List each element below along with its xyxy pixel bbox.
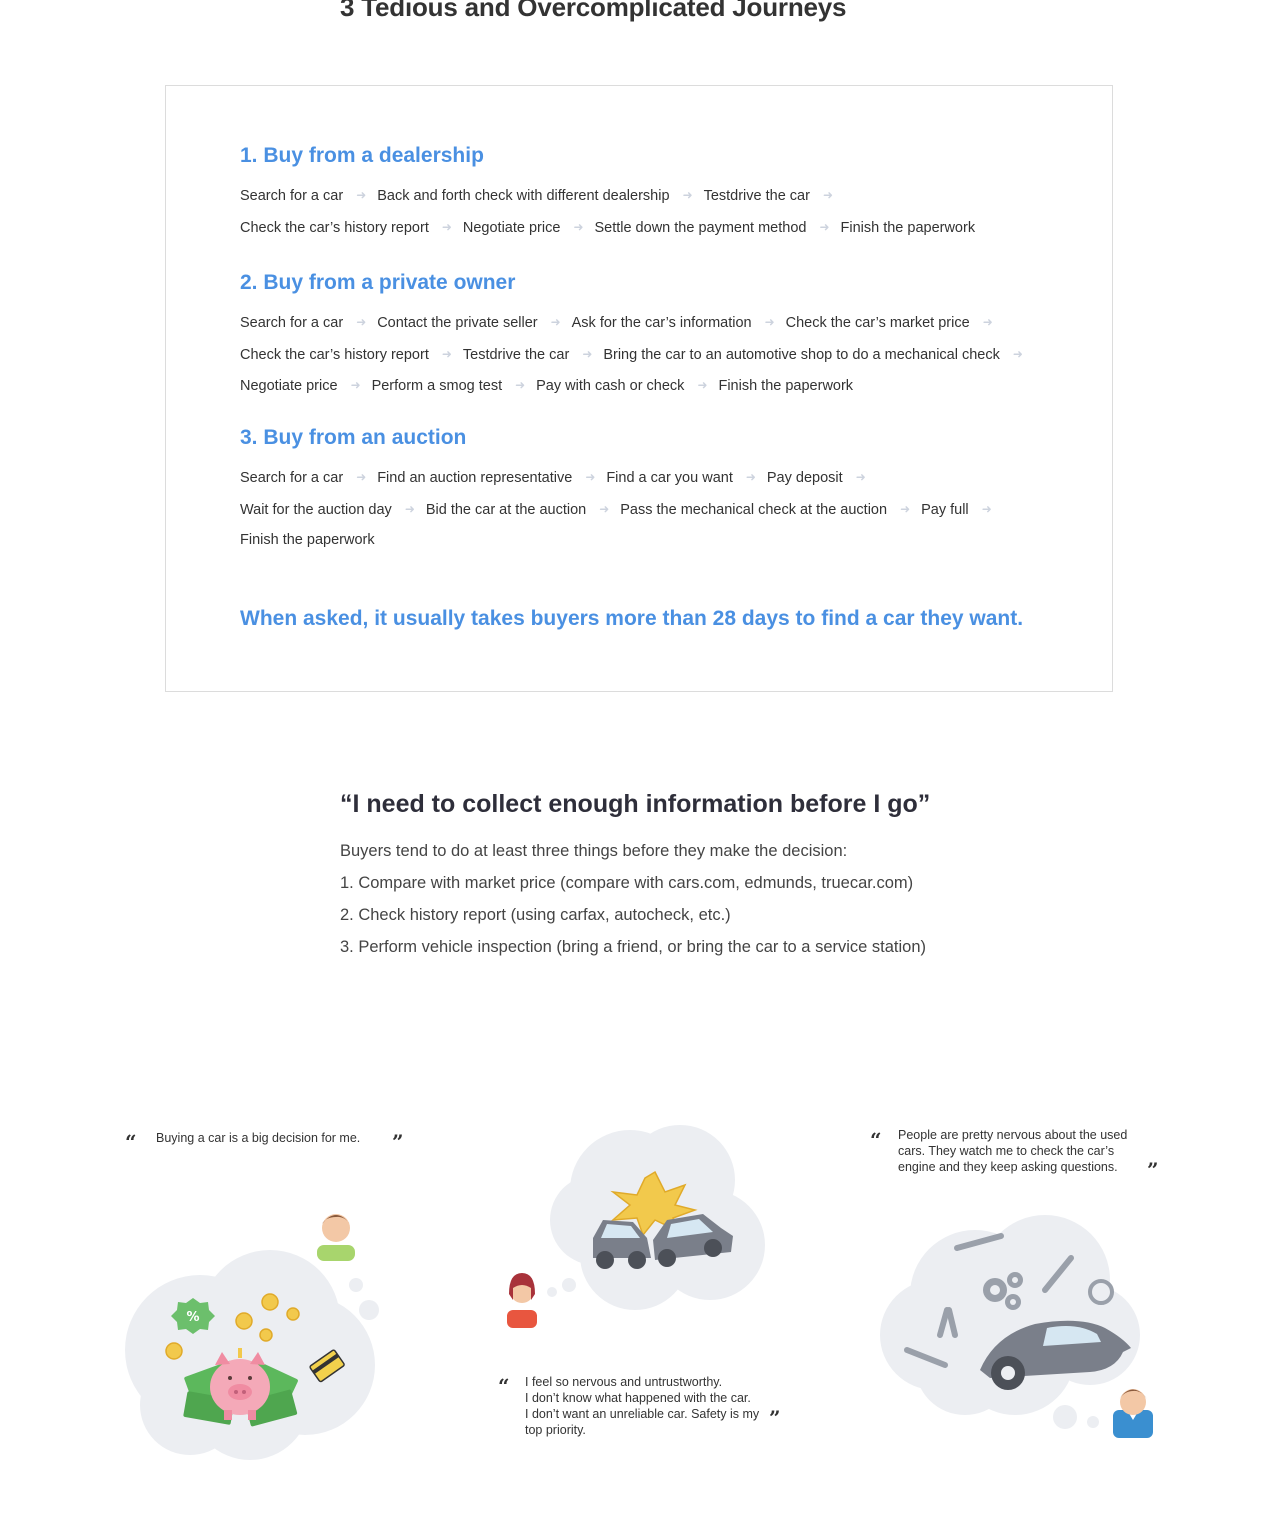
arrow-right-icon: ➜ <box>764 315 775 329</box>
accident-quote: I feel so nervous and untrustworthy. I d… <box>525 1374 775 1438</box>
quote-line: I feel so nervous and untrustworthy. <box>525 1375 723 1389</box>
arrow-right-icon: ➜ <box>981 501 992 516</box>
journey-step: Contact the private seller <box>377 315 538 331</box>
arrow-right-icon: ➜ <box>582 346 593 361</box>
quote-line: I don’t know what happened with the car. <box>525 1391 751 1405</box>
journey-heading: 1. Buy from a dealership <box>240 144 484 167</box>
journey-step: Check the car’s history report <box>240 346 429 363</box>
journey-step: Pay full <box>921 501 969 518</box>
insight-intro: Buyers tend to do at least three things … <box>340 842 848 860</box>
arrow-right-icon: ➜ <box>515 378 526 392</box>
quote-open-icon: “ <box>498 1374 510 1398</box>
mechanic-icon <box>1113 1389 1153 1438</box>
arrow-right-icon: ➜ <box>1012 346 1023 361</box>
arrow-right-icon: ➜ <box>356 315 367 329</box>
journey-step: Negotiate price <box>462 219 561 236</box>
journey-step: Bring the car to an automotive shop to d… <box>603 346 1000 363</box>
journey-step: Search for a car <box>240 188 344 204</box>
journey-step: Settle down the payment method <box>594 219 807 236</box>
journey-step: Testdrive the car <box>462 346 570 363</box>
journey-step: Negotiate price <box>240 378 338 394</box>
arrow-right-icon: ➜ <box>745 470 756 484</box>
arrow-right-icon: ➜ <box>855 470 866 484</box>
journeys-card: 1. Buy from a dealership Search for a ca… <box>165 85 1113 692</box>
arrow-right-icon: ➜ <box>585 470 596 484</box>
journey-step: Pass the mechanical check at the auction <box>620 501 888 518</box>
arrow-right-icon: ➜ <box>982 315 993 329</box>
journey-step: Pay with cash or check <box>536 378 685 394</box>
person-icon <box>317 1214 355 1261</box>
journey-step: Check the car’s history report <box>240 219 429 236</box>
journey-step: Check the car’s market price <box>785 315 970 331</box>
accident-scene: “ I feel so nervous and untrustworthy. I… <box>495 1110 795 1450</box>
arrow-right-icon: ➜ <box>404 501 415 516</box>
arrow-right-icon: ➜ <box>441 346 452 361</box>
arrow-right-icon: ➜ <box>441 219 452 234</box>
arrow-right-icon: ➜ <box>822 188 834 202</box>
journey-auction: 3. Buy from an auction Search for a car … <box>240 426 1010 556</box>
journey-step: Search for a car <box>240 315 344 331</box>
arrow-right-icon: ➜ <box>356 188 367 202</box>
journey-step: Ask for the car’s information <box>571 315 752 331</box>
arrow-right-icon: ➜ <box>900 501 911 516</box>
journey-step: Pay deposit <box>766 470 843 486</box>
arrow-right-icon: ➜ <box>697 378 708 392</box>
journey-step: Testdrive the car <box>703 188 810 204</box>
journey-step: Perform a smog test <box>371 378 503 394</box>
journey-step: Bid the car at the auction <box>425 501 587 518</box>
insight-item: 3. Perform vehicle inspection (bring a f… <box>340 938 927 956</box>
quote-close-icon: ” <box>769 1406 781 1430</box>
quote-line: top priority. <box>525 1423 586 1437</box>
svg-text:%: % <box>186 1310 199 1325</box>
arrow-right-icon: ➜ <box>550 315 561 329</box>
journey-step: Finish the paperwork <box>840 219 976 236</box>
arrow-right-icon: ➜ <box>350 378 361 392</box>
journey-dealership: 1. Buy from a dealership Search for a ca… <box>240 144 1030 243</box>
arrow-right-icon: ➜ <box>573 219 584 234</box>
journey-steps: Search for a car ➜ Back and forth check w… <box>240 180 1030 243</box>
journey-step: Find an auction representative <box>377 470 573 486</box>
journey-steps: Search for a car ➜ Contact the private se… <box>240 307 1040 402</box>
arrow-right-icon: ➜ <box>599 501 610 516</box>
journey-private-owner: 2. Buy from a private owner Search for a… <box>240 271 1040 402</box>
journey-step: Search for a car <box>240 470 344 486</box>
journey-step: Finish the paperwork <box>240 532 375 548</box>
arrow-right-icon: ➜ <box>356 470 367 484</box>
arrow-right-icon: ➜ <box>682 188 693 202</box>
woman-icon <box>507 1273 537 1328</box>
inspection-scene: “ People are pretty nervous about the us… <box>865 1120 1175 1450</box>
summary-text: When asked, it usually takes buyers more… <box>240 607 1024 630</box>
car-inspection-illustration <box>880 1215 1153 1438</box>
insight-item: 2. Check history report (using carfax, a… <box>340 906 731 924</box>
journey-step: Back and forth check with different deal… <box>377 188 670 204</box>
insight-item: 1. Compare with market price (compare wi… <box>340 874 914 892</box>
quote-line: I don’t want an unreliable car. Safety i… <box>525 1407 760 1421</box>
journey-step: Wait for the auction day <box>240 501 392 518</box>
journey-step: Finish the paperwork <box>718 378 854 394</box>
journey-heading: 2. Buy from a private owner <box>240 271 516 294</box>
journey-heading: 3. Buy from an auction <box>240 426 467 449</box>
arrow-right-icon: ➜ <box>819 219 830 234</box>
insight-heading: “I need to collect enough information be… <box>340 790 931 818</box>
piggy-bank-illustration: % <box>125 1214 379 1460</box>
insight-body: Buyers tend to do at least three things … <box>340 835 1040 963</box>
money-scene: “ Buying a car is a big decision for me.… <box>120 1120 420 1460</box>
page-title: 3 Tedious and Overcomplicated Journeys <box>340 0 847 22</box>
journey-step: Find a car you want <box>606 470 733 486</box>
journey-steps: Search for a car ➜ Find an auction repres… <box>240 462 1010 556</box>
insight-section: “I need to collect enough information be… <box>340 790 1040 963</box>
